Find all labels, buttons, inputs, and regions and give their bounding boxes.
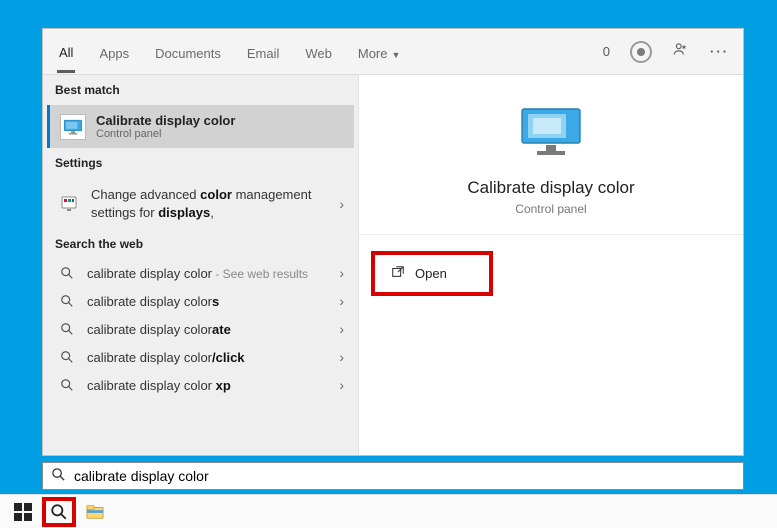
monitor-icon xyxy=(519,105,583,162)
best-match-subtitle: Control panel xyxy=(96,128,235,140)
tab-all[interactable]: All xyxy=(57,31,75,73)
more-options-icon[interactable]: ··· xyxy=(710,44,729,59)
tab-web[interactable]: Web xyxy=(303,32,334,71)
tab-documents[interactable]: Documents xyxy=(153,32,223,71)
search-panel: All Apps Documents Email Web More▼ 0 ···… xyxy=(42,28,744,456)
results-column: Best match Calibrate display color Contr… xyxy=(43,75,359,455)
tab-email[interactable]: Email xyxy=(245,32,282,71)
chevron-right-icon: › xyxy=(339,196,344,212)
web-result-label: calibrate display colors xyxy=(87,294,329,309)
chevron-right-icon: › xyxy=(339,293,344,309)
tab-apps[interactable]: Apps xyxy=(97,32,131,71)
search-icon xyxy=(51,467,66,485)
preview-subtitle: Control panel xyxy=(515,202,586,216)
chevron-right-icon: › xyxy=(339,349,344,365)
open-label: Open xyxy=(415,266,447,281)
web-result-item[interactable]: calibrate display colorate › xyxy=(47,315,354,343)
web-result-item[interactable]: calibrate display color/click › xyxy=(47,343,354,371)
open-action[interactable]: Open xyxy=(371,251,493,296)
preview-column: Calibrate display color Control panel Op… xyxy=(359,75,743,455)
web-result-item[interactable]: calibrate display color - See web result… xyxy=(47,259,354,287)
web-result-label: calibrate display color - See web result… xyxy=(87,266,329,281)
chevron-right-icon: › xyxy=(339,321,344,337)
web-result-label: calibrate display color/click xyxy=(87,350,329,365)
web-result-label: calibrate display color xp xyxy=(87,378,329,393)
search-icon xyxy=(57,350,77,364)
feedback-icon[interactable] xyxy=(672,41,690,62)
open-icon xyxy=(391,265,405,282)
search-bar[interactable] xyxy=(42,462,744,490)
preview-title: Calibrate display color xyxy=(467,178,634,198)
taskbar-search-button[interactable] xyxy=(42,497,76,527)
monitor-icon xyxy=(60,114,86,140)
search-icon xyxy=(57,322,77,336)
rewards-icon[interactable] xyxy=(630,41,652,63)
best-match-title: Calibrate display color xyxy=(96,113,235,128)
search-icon xyxy=(57,378,77,392)
best-match-result[interactable]: Calibrate display color Control panel xyxy=(47,105,354,148)
search-input[interactable] xyxy=(74,468,735,484)
rewards-count: 0 xyxy=(603,44,610,59)
taskbar xyxy=(0,494,777,528)
color-settings-icon xyxy=(57,195,81,213)
settings-item[interactable]: Change advanced color management setting… xyxy=(47,178,354,229)
filter-tabs: All Apps Documents Email Web More▼ 0 ··· xyxy=(43,29,743,75)
tab-more[interactable]: More▼ xyxy=(356,32,403,71)
chevron-down-icon: ▼ xyxy=(391,50,400,60)
chevron-right-icon: › xyxy=(339,377,344,393)
chevron-right-icon: › xyxy=(339,265,344,281)
section-settings: Settings xyxy=(43,148,358,178)
settings-item-label: Change advanced color management setting… xyxy=(91,186,329,221)
search-icon xyxy=(57,294,77,308)
preview-pane: Calibrate display color Control panel xyxy=(359,75,743,235)
section-best-match: Best match xyxy=(43,75,358,105)
section-search-web: Search the web xyxy=(43,229,358,259)
search-icon xyxy=(57,266,77,280)
web-result-item[interactable]: calibrate display colors › xyxy=(47,287,354,315)
file-explorer-button[interactable] xyxy=(78,497,112,527)
web-result-label: calibrate display colorate xyxy=(87,322,329,337)
start-button[interactable] xyxy=(6,497,40,527)
web-result-item[interactable]: calibrate display color xp › xyxy=(47,371,354,399)
